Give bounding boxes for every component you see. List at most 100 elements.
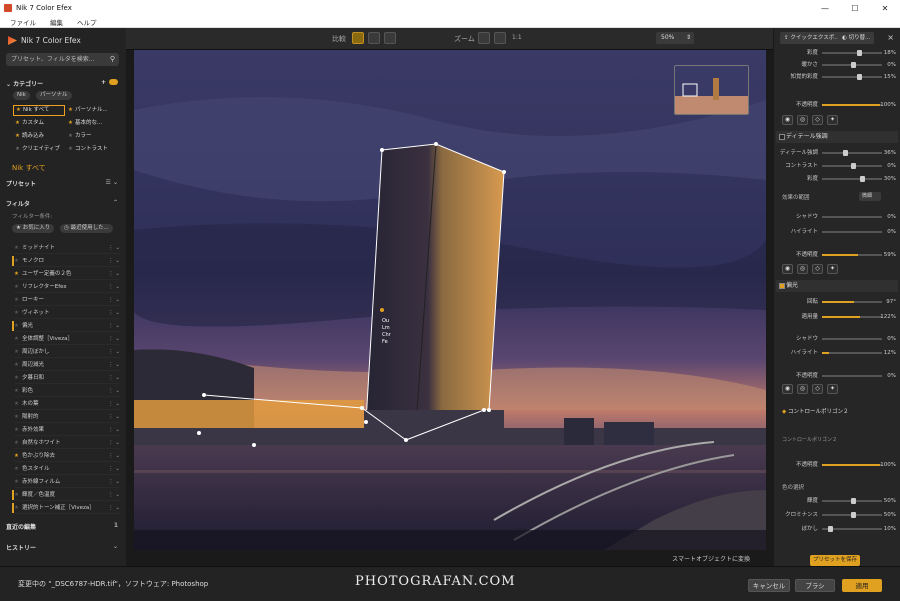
filter-item[interactable]: ★ 色スタイル ⋮ ⌄ [14, 463, 120, 475]
filter-menu-icon[interactable]: ⋮ ⌄ [108, 424, 120, 436]
shadow-slider-2[interactable]: シャドウ 0% [774, 334, 900, 344]
zoom-one-button[interactable]: 1:1 [512, 34, 522, 41]
star-icon[interactable]: ★ [14, 505, 19, 511]
filter-menu-icon[interactable]: ⋮ ⌄ [108, 255, 120, 267]
star-icon[interactable]: ★ [14, 453, 19, 459]
maximize-button[interactable]: ☐ [840, 0, 870, 16]
tag-icon[interactable]: ◇ [812, 384, 823, 394]
filter-item[interactable]: ★ 彩色 ⋮ ⌄ [14, 385, 120, 397]
control-point-sliders[interactable]: Ou Lm Chr Fe [382, 318, 391, 346]
filter-item[interactable]: ★ 色かぶり除去 ⋮ ⌄ [14, 450, 120, 462]
control-point[interactable] [380, 308, 384, 312]
slider-row[interactable]: ディテール強調 36% [774, 148, 900, 158]
history-header[interactable]: ヒストリー ⌄ [6, 543, 120, 552]
slider-knob[interactable] [851, 512, 856, 518]
cancel-button[interactable]: キャンセル [748, 579, 790, 592]
filter-item[interactable]: ★ 全体調整［Viveza］ ⋮ ⌄ [14, 333, 120, 345]
star-icon[interactable]: ★ [14, 349, 19, 355]
zoom-select[interactable]: 50% ⇕ [656, 32, 694, 44]
eye-icon[interactable]: ◎ [797, 115, 808, 125]
filter-item[interactable]: ★ 周辺ぼかし ⋮ ⌄ [14, 346, 120, 358]
filter-menu-icon[interactable]: ⋮ ⌄ [108, 242, 120, 254]
category-creative[interactable]: ★ クリエイティブ [13, 144, 65, 155]
filter-menu-icon[interactable]: ⋮ ⌄ [108, 294, 120, 306]
slider-row[interactable]: 輝度 50% [774, 496, 900, 506]
filter-menu-icon[interactable]: ⋮ ⌄ [108, 346, 120, 358]
menu-help[interactable]: ヘルプ [77, 17, 97, 27]
star-icon[interactable]: ★ [14, 336, 19, 342]
slider-row[interactable]: 彩度 18% [774, 48, 900, 58]
filter-menu-icon[interactable]: ⋮ ⌄ [108, 320, 120, 332]
highlight-slider[interactable]: ハイライト 0% [774, 227, 900, 237]
close-panel-icon[interactable]: × [887, 33, 894, 42]
single-view-button[interactable] [352, 32, 364, 44]
crop-button[interactable]: ◐ 切り替... [838, 32, 875, 44]
recent-edits-header[interactable]: 直近の編集 1 [6, 522, 120, 531]
pin-icon[interactable]: ✦ [827, 115, 838, 125]
filter-menu-icon[interactable]: ⋮ ⌄ [108, 489, 120, 501]
category-personal[interactable]: ★ パーソナル... [66, 105, 118, 116]
slider-knob[interactable] [851, 498, 856, 504]
slider-knob[interactable] [859, 176, 865, 182]
star-icon[interactable]: ★ [14, 297, 19, 303]
category-basic[interactable]: ★ 基本的な... [66, 118, 118, 129]
filter-item[interactable]: ★ 自然なホワイト ⋮ ⌄ [14, 437, 120, 449]
filter-enabled-checkbox[interactable] [779, 283, 785, 289]
filter-menu-icon[interactable]: ⋮ ⌄ [108, 385, 120, 397]
star-icon[interactable]: ★ [14, 388, 19, 394]
smart-object-convert[interactable]: スマートオブジェクトに変換 [672, 554, 750, 563]
right-collapse-strip[interactable] [766, 50, 774, 566]
mask-icon[interactable]: ◉ [782, 264, 793, 274]
side-by-side-button[interactable] [384, 32, 396, 44]
star-icon[interactable]: ★ [14, 245, 19, 251]
save-preset-button[interactable]: プリセットを保存 [810, 555, 860, 566]
search-input[interactable]: プリセット、フィルタを検索... ⚲ [6, 53, 119, 66]
tab-nik[interactable]: Nik [13, 91, 30, 100]
filter-item[interactable]: ★ 輝度／色温度 ⋮ ⌄ [12, 489, 120, 501]
star-icon[interactable]: ★ [14, 375, 19, 381]
fill-zoom-button[interactable] [494, 32, 506, 44]
opacity-slider-top[interactable]: 不透明度 100% [774, 100, 900, 110]
filter-menu-icon[interactable]: ⋮ ⌄ [108, 359, 120, 371]
filter-item[interactable]: ★ 周辺減光 ⋮ ⌄ [14, 359, 120, 371]
slider-knob[interactable] [851, 163, 856, 169]
filter-item[interactable]: ★ ミッドナイト ⋮ ⌄ [14, 242, 120, 254]
star-icon[interactable]: ★ [14, 427, 19, 433]
rotation-slider[interactable]: 回転 97° [774, 297, 900, 307]
amount-slider[interactable]: 適用量 122% [774, 312, 900, 322]
menu-file[interactable]: ファイル [10, 17, 36, 27]
navigator-thumbnail[interactable] [674, 65, 749, 115]
minimize-button[interactable]: — [810, 0, 840, 16]
filter-item[interactable]: ★ ユーザー定義の２色 ⋮ ⌄ [14, 268, 120, 280]
filter-menu-icon[interactable]: ⋮ ⌄ [108, 476, 120, 488]
category-color[interactable]: ★ カラー [66, 131, 118, 142]
add-icon[interactable]: + [101, 79, 106, 86]
quick-export-button[interactable]: ⇪ クイックエクスポ... [780, 32, 844, 44]
left-collapse-strip[interactable] [126, 50, 134, 566]
star-icon[interactable]: ★ [14, 271, 19, 277]
star-icon[interactable]: ★ [14, 284, 19, 290]
detail-filter-header[interactable]: ディテール強調 [776, 131, 898, 143]
filters-header[interactable]: フィルタ ⌃ [6, 199, 120, 208]
slider-row[interactable]: 暖かさ 0% [774, 60, 900, 70]
category-toggle[interactable] [109, 79, 118, 85]
filter-menu-icon[interactable]: ⋮ ⌄ [108, 437, 120, 449]
category-nik-all[interactable]: ★ Nik すべて [13, 105, 65, 116]
tag-icon[interactable]: ◇ [812, 115, 823, 125]
close-button[interactable]: ✕ [870, 0, 900, 16]
opacity-slider-polar[interactable]: 不透明度 0% [774, 371, 900, 381]
polarize-filter-header[interactable]: 偏光 [776, 280, 898, 292]
star-icon[interactable]: ★ [14, 466, 19, 472]
filter-item[interactable]: ★ 赤外線フィルム ⋮ ⌄ [14, 476, 120, 488]
filter-menu-icon[interactable]: ⋮ ⌄ [108, 307, 120, 319]
filter-item[interactable]: ★ 陽射的 ⋮ ⌄ [14, 411, 120, 423]
filter-item[interactable]: ★ 夕暮日和 ⋮ ⌄ [14, 372, 120, 384]
brush-button[interactable]: ブラシ [795, 579, 835, 592]
star-icon[interactable]: ★ [14, 362, 19, 368]
filter-item[interactable]: ★ 赤外効果 ⋮ ⌄ [14, 424, 120, 436]
star-icon[interactable]: ★ [14, 440, 19, 446]
star-icon[interactable]: ★ [14, 492, 19, 498]
filter-menu-icon[interactable]: ⋮ ⌄ [108, 463, 120, 475]
tag-icon[interactable]: ◇ [812, 264, 823, 274]
tab-personal[interactable]: パーソナル [36, 91, 72, 100]
